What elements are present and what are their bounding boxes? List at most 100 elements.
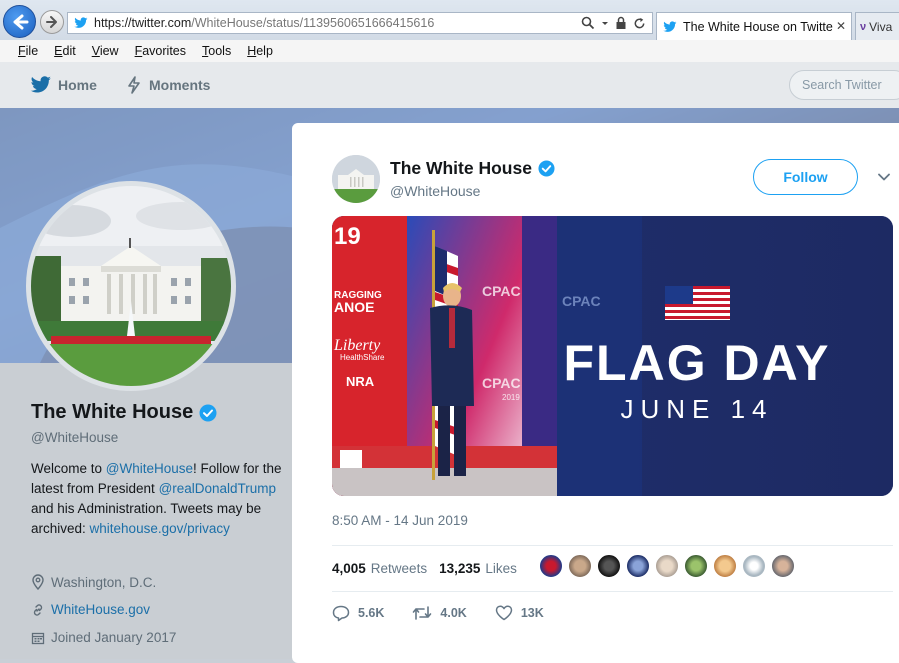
bio-text-1: Welcome to bbox=[31, 461, 106, 476]
forward-button[interactable] bbox=[40, 10, 64, 34]
menu-label-rest: iew bbox=[99, 44, 119, 58]
retweet-count: 4.0K bbox=[440, 606, 467, 620]
menu-accelerator: V bbox=[91, 44, 100, 58]
link-icon bbox=[33, 603, 43, 616]
liker-avatar[interactable] bbox=[539, 554, 563, 578]
divider bbox=[332, 591, 893, 592]
menu-accelerator: E bbox=[54, 44, 63, 58]
twitter-bird-icon bbox=[30, 76, 51, 93]
tab-twitter[interactable]: The White House on Twitte... ✕ bbox=[656, 12, 852, 40]
like-button[interactable]: 13K bbox=[495, 605, 544, 621]
nav-home-label: Home bbox=[58, 77, 97, 93]
profile-handle[interactable]: @WhiteHouse bbox=[31, 430, 118, 445]
flag-day-image: 19 RAGGING ANOE Liberty HealthShare NRA … bbox=[332, 216, 893, 496]
twitter-favicon-icon bbox=[74, 17, 88, 28]
browser-nav-row: https://twitter.com/WhiteHouse/status/11… bbox=[0, 0, 899, 40]
bio-link-whitehouse[interactable]: @WhiteHouse bbox=[106, 461, 193, 476]
tweet-author-handle[interactable]: @WhiteHouse bbox=[390, 183, 480, 199]
liker-avatar[interactable] bbox=[771, 554, 795, 578]
banner-liberty-text: Liberty bbox=[333, 337, 381, 354]
tweet-timestamp[interactable]: 8:50 AM - 14 Jun 2019 bbox=[332, 513, 468, 528]
tweet-author-avatar[interactable] bbox=[332, 155, 380, 203]
nav-moments-label: Moments bbox=[149, 77, 211, 93]
tweet-author-name[interactable]: The White House bbox=[390, 158, 555, 179]
liker-avatar[interactable] bbox=[597, 554, 621, 578]
dropdown-arrow-icon[interactable] bbox=[601, 16, 609, 30]
lock-icon[interactable] bbox=[615, 16, 627, 30]
verified-badge-icon bbox=[538, 160, 555, 177]
retweets-label: Retweets bbox=[370, 560, 428, 576]
twitter-top-nav: Home Moments Search Twitter bbox=[0, 62, 899, 108]
banner-canoe-text: ANOE bbox=[334, 299, 374, 315]
profile-avatar[interactable] bbox=[26, 181, 236, 391]
menu-favorites[interactable]: Favorites bbox=[135, 44, 186, 58]
likes-count: 13,235 bbox=[439, 560, 481, 576]
address-bar-icons bbox=[581, 15, 646, 31]
back-arrow-icon bbox=[13, 14, 28, 29]
profile-name[interactable]: The White House bbox=[31, 401, 217, 424]
chevron-down-icon[interactable] bbox=[876, 169, 892, 185]
search-icon[interactable] bbox=[581, 16, 595, 30]
tab-title: The White House on Twitte... bbox=[683, 19, 833, 34]
menu-label-rest: dit bbox=[62, 44, 76, 58]
menu-label-rest: elp bbox=[256, 44, 273, 58]
website-link[interactable]: WhiteHouse.gov bbox=[51, 602, 150, 617]
profile-location: Washington, D.C. bbox=[31, 574, 156, 590]
search-input[interactable]: Search Twitter bbox=[789, 70, 899, 100]
banner-cpac-text: CPAC bbox=[562, 293, 601, 309]
bio-link-privacy[interactable]: whitehouse.gov/privacy bbox=[90, 521, 230, 536]
close-tab-icon[interactable]: ✕ bbox=[836, 19, 846, 33]
reply-count: 5.6K bbox=[358, 606, 385, 620]
liker-avatar[interactable] bbox=[713, 554, 737, 578]
tweet-actions: 5.6K 4.0K 13K bbox=[332, 603, 568, 623]
tweet-permalink-modal: The White House @WhiteHouse Follow 19 RA… bbox=[292, 123, 899, 663]
refresh-icon[interactable] bbox=[633, 17, 646, 30]
likes-label: Likes bbox=[485, 560, 517, 576]
likers-avatars bbox=[539, 554, 795, 578]
liker-avatar[interactable] bbox=[655, 554, 679, 578]
menu-tools[interactable]: Tools bbox=[202, 44, 231, 58]
likes-stat[interactable]: 13,235 Likes bbox=[439, 561, 517, 576]
tweet-stats: 4,005 Retweets 13,235 Likes bbox=[332, 557, 517, 579]
liker-avatar[interactable] bbox=[742, 554, 766, 578]
lightning-icon bbox=[128, 76, 140, 94]
reply-button[interactable]: 5.6K bbox=[332, 605, 384, 622]
profile-website: WhiteHouse.gov bbox=[31, 602, 150, 617]
viva-favicon-icon: ν bbox=[860, 20, 867, 33]
retweets-stat[interactable]: 4,005 Retweets bbox=[332, 561, 427, 576]
menu-label-rest: ile bbox=[25, 44, 39, 58]
menu-label-rest: avorites bbox=[142, 44, 187, 58]
banner-2019-text: 2019 bbox=[502, 393, 520, 402]
banner-cpac-text: CPAC bbox=[482, 375, 521, 391]
address-bar[interactable]: https://twitter.com/WhiteHouse/status/11… bbox=[67, 12, 653, 34]
liker-avatar[interactable] bbox=[626, 554, 650, 578]
liker-avatar[interactable] bbox=[684, 554, 708, 578]
retweet-icon bbox=[413, 606, 432, 620]
banner-year-text: 19 bbox=[334, 223, 361, 250]
menu-file[interactable]: File bbox=[18, 44, 38, 58]
verified-badge-icon bbox=[199, 404, 217, 421]
location-pin-icon bbox=[32, 574, 44, 590]
nav-moments[interactable]: Moments bbox=[127, 62, 210, 108]
menu-help[interactable]: Help bbox=[247, 44, 273, 58]
joined-text: Joined January 2017 bbox=[51, 630, 177, 645]
flag-day-headline: FLAG DAY bbox=[564, 335, 831, 391]
liker-avatar[interactable] bbox=[568, 554, 592, 578]
retweet-button[interactable]: 4.0K bbox=[412, 605, 467, 621]
like-count: 13K bbox=[520, 606, 544, 620]
usa-flag-icon bbox=[665, 286, 730, 320]
tab-viva[interactable]: ν Viva bbox=[855, 12, 899, 40]
retweets-count: 4,005 bbox=[332, 560, 366, 576]
nav-home[interactable]: Home bbox=[30, 62, 97, 108]
menu-view[interactable]: View bbox=[92, 44, 119, 58]
profile-joined: Joined January 2017 bbox=[31, 630, 176, 645]
heart-icon bbox=[495, 605, 513, 621]
follow-button[interactable]: Follow bbox=[753, 159, 858, 195]
back-button[interactable] bbox=[3, 5, 36, 38]
menu-edit[interactable]: Edit bbox=[54, 44, 76, 58]
tweet-media-image[interactable]: 19 RAGGING ANOE Liberty HealthShare NRA … bbox=[332, 216, 893, 496]
profile-bio: Welcome to @WhiteHouse! Follow for the l… bbox=[31, 459, 286, 539]
reply-icon bbox=[332, 605, 350, 621]
twitter-favicon-icon bbox=[663, 20, 677, 32]
bio-link-realdonaldtrump[interactable]: @realDonaldTrump bbox=[159, 481, 277, 496]
